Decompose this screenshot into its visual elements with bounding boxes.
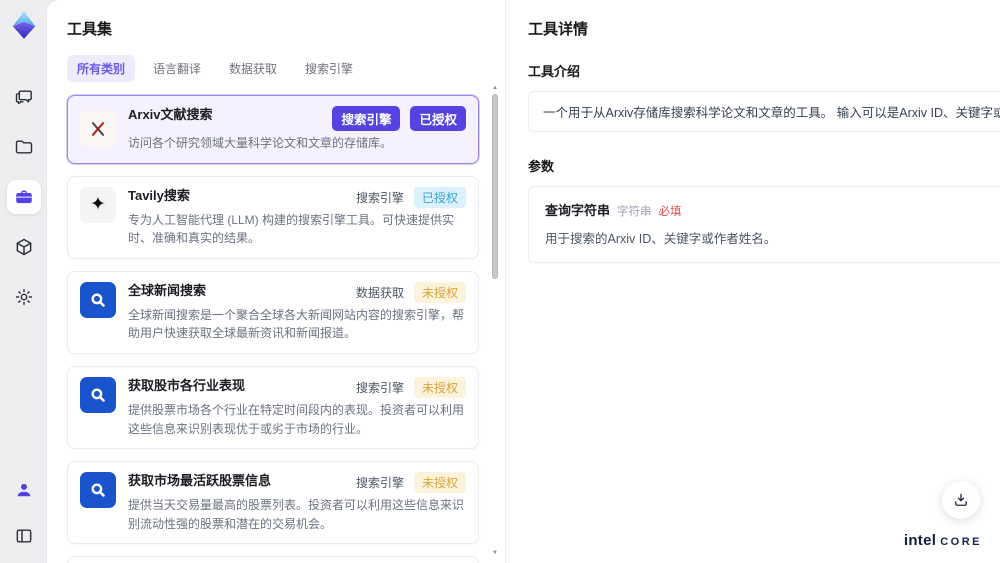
app-window: 工具集 所有类别 语言翻译 数据获取 搜索引擎 Arxiv文献搜索 搜索引擎 已授权 …: [0, 0, 1000, 563]
news-search-icon: [80, 376, 116, 413]
news-search-icon: [80, 472, 116, 509]
tool-description: 提供当天交易量最高的股票列表。投资者可以利用这些信息来识别流动性强的股票和潜在的…: [128, 498, 465, 531]
tool-details-pane: 工具详情 工具介绍 一个用于从Arxiv存储库搜索科学论文和文章的工具。 输入可…: [505, 0, 1000, 563]
category-tag: 搜索引擎: [332, 106, 401, 131]
tab-data-fetch[interactable]: 数据获取: [219, 55, 287, 82]
core-wordmark: CORE: [940, 536, 982, 548]
tool-description: 专为人工智能代理 (LLM) 构建的搜索引擎工具。可快速提供实时、准确和真实的结…: [128, 212, 455, 246]
tab-all-categories[interactable]: 所有类别: [67, 55, 136, 82]
tool-name: 获取市场最活跃股票信息: [128, 473, 272, 489]
gear-icon[interactable]: [7, 280, 41, 314]
category-tag: 搜索引擎: [355, 190, 404, 205]
param-type: 字符串: [617, 206, 652, 218]
params-heading: 参数: [528, 159, 555, 174]
tool-card[interactable]: 获取股市各行业表现 搜索引擎 未授权 提供股票市场各个行业在特定时间段内的表现。…: [67, 365, 479, 450]
tool-card[interactable]: 万维地区新闻查询 搜索引擎 未授权 查询具体行政区划内的新闻，快速了解各地新闻动: [67, 556, 479, 563]
sidebar-bottom: [7, 473, 41, 553]
auth-badge: 未授权: [413, 376, 466, 398]
tab-language-translation[interactable]: 语言翻译: [143, 55, 211, 82]
news-search-icon: [80, 281, 116, 318]
intro-box: 一个用于从Arxiv存储库搜索科学论文和文章的工具。 输入可以是Arxiv ID…: [528, 91, 1000, 132]
cube-icon[interactable]: [7, 230, 41, 264]
scrollbar-down-icon[interactable]: ▼: [491, 549, 499, 557]
category-tabs: 所有类别 语言翻译 数据获取 搜索引擎: [67, 55, 485, 82]
tab-search-engine[interactable]: 搜索引擎: [295, 55, 363, 82]
auth-badge: 未授权: [413, 281, 466, 303]
category-tag: 搜索引擎: [355, 380, 404, 395]
details-title: 工具详情: [528, 21, 589, 38]
auth-badge: 已授权: [413, 186, 466, 208]
tool-card[interactable]: ✦ Tavily搜索 搜索引擎 已授权 专为人工智能代理 (LLM) 构建的搜索…: [67, 175, 479, 259]
tool-card[interactable]: 全球新闻搜索 数据获取 未授权 全球新闻搜索是一个聚合全球各大新闻网站内容的搜索…: [67, 270, 479, 354]
param-description: 用于搜索的Arxiv ID、关键字或作者姓名。: [545, 232, 777, 246]
tool-list-pane: 工具集 所有类别 语言翻译 数据获取 搜索引擎 Arxiv文献搜索 搜索引擎 已授权 …: [47, 0, 505, 563]
param-box: 查询字符串 字符串 必填 用于搜索的Arxiv ID、关键字或作者姓名。: [528, 186, 1000, 263]
category-tag: 搜索引擎: [355, 476, 404, 491]
list-scrollbar[interactable]: ▲ ▼: [491, 84, 499, 557]
page-title: 工具集: [67, 21, 113, 38]
download-icon: [955, 493, 967, 506]
tool-description: 提供股票市场各个行业在特定时间段内的表现。投资者可以利用这些信息来识别表现优于或…: [128, 402, 465, 436]
auth-badge: 未授权: [413, 472, 466, 494]
download-button[interactable]: [942, 481, 980, 519]
param-name: 查询字符串: [545, 203, 611, 218]
tool-name: 获取股市各行业表现: [128, 377, 246, 393]
tool-name: 全球新闻搜索: [128, 282, 207, 298]
param-required-badge: 必填: [658, 206, 682, 218]
tool-name: Tavily搜索: [128, 187, 190, 203]
intro-text: 一个用于从Arxiv存储库搜索科学论文和文章的工具。 输入可以是Arxiv ID…: [543, 106, 1000, 120]
tool-description: 全球新闻搜索是一个聚合全球各大新闻网站内容的搜索引擎，帮助用户快速获取全球最新资…: [128, 307, 465, 341]
chat-icon[interactable]: [7, 80, 41, 114]
arxiv-icon: [80, 111, 116, 148]
tavily-icon: ✦: [80, 186, 116, 223]
folder-icon[interactable]: [7, 130, 41, 164]
sidebar-nav: [6, 80, 41, 314]
scrollbar-thumb[interactable]: [492, 94, 498, 279]
toolbox-icon[interactable]: [6, 180, 41, 214]
tool-card[interactable]: Arxiv文献搜索 搜索引擎 已授权 访问各个研究领域大量科学论文和文章的存储库…: [67, 95, 479, 164]
auth-badge: 已授权: [410, 106, 466, 131]
intro-heading: 工具介绍: [528, 64, 581, 79]
category-tag: 数据获取: [355, 285, 404, 300]
sidebar: [0, 0, 47, 563]
tool-list: Arxiv文献搜索 搜索引擎 已授权 访问各个研究领域大量科学论文和文章的存储库…: [67, 95, 479, 563]
tool-card[interactable]: 获取市场最活跃股票信息 搜索引擎 未授权 提供当天交易量最高的股票列表。投资者可…: [67, 461, 479, 545]
app-logo-icon[interactable]: [9, 10, 39, 40]
avatar-icon[interactable]: [7, 473, 41, 507]
tool-description: 访问各个研究领域大量科学论文和文章的存储库。: [128, 136, 393, 150]
scrollbar-up-icon[interactable]: ▲: [491, 84, 499, 92]
panel-toggle-icon[interactable]: [7, 519, 41, 553]
intel-core-logo: intel CORE: [904, 532, 982, 549]
main-content: 工具集 所有类别 语言翻译 数据获取 搜索引擎 Arxiv文献搜索 搜索引擎 已授权 …: [47, 0, 1000, 563]
intel-wordmark: intel: [903, 532, 937, 549]
tool-name: Arxiv文献搜索: [128, 107, 213, 122]
